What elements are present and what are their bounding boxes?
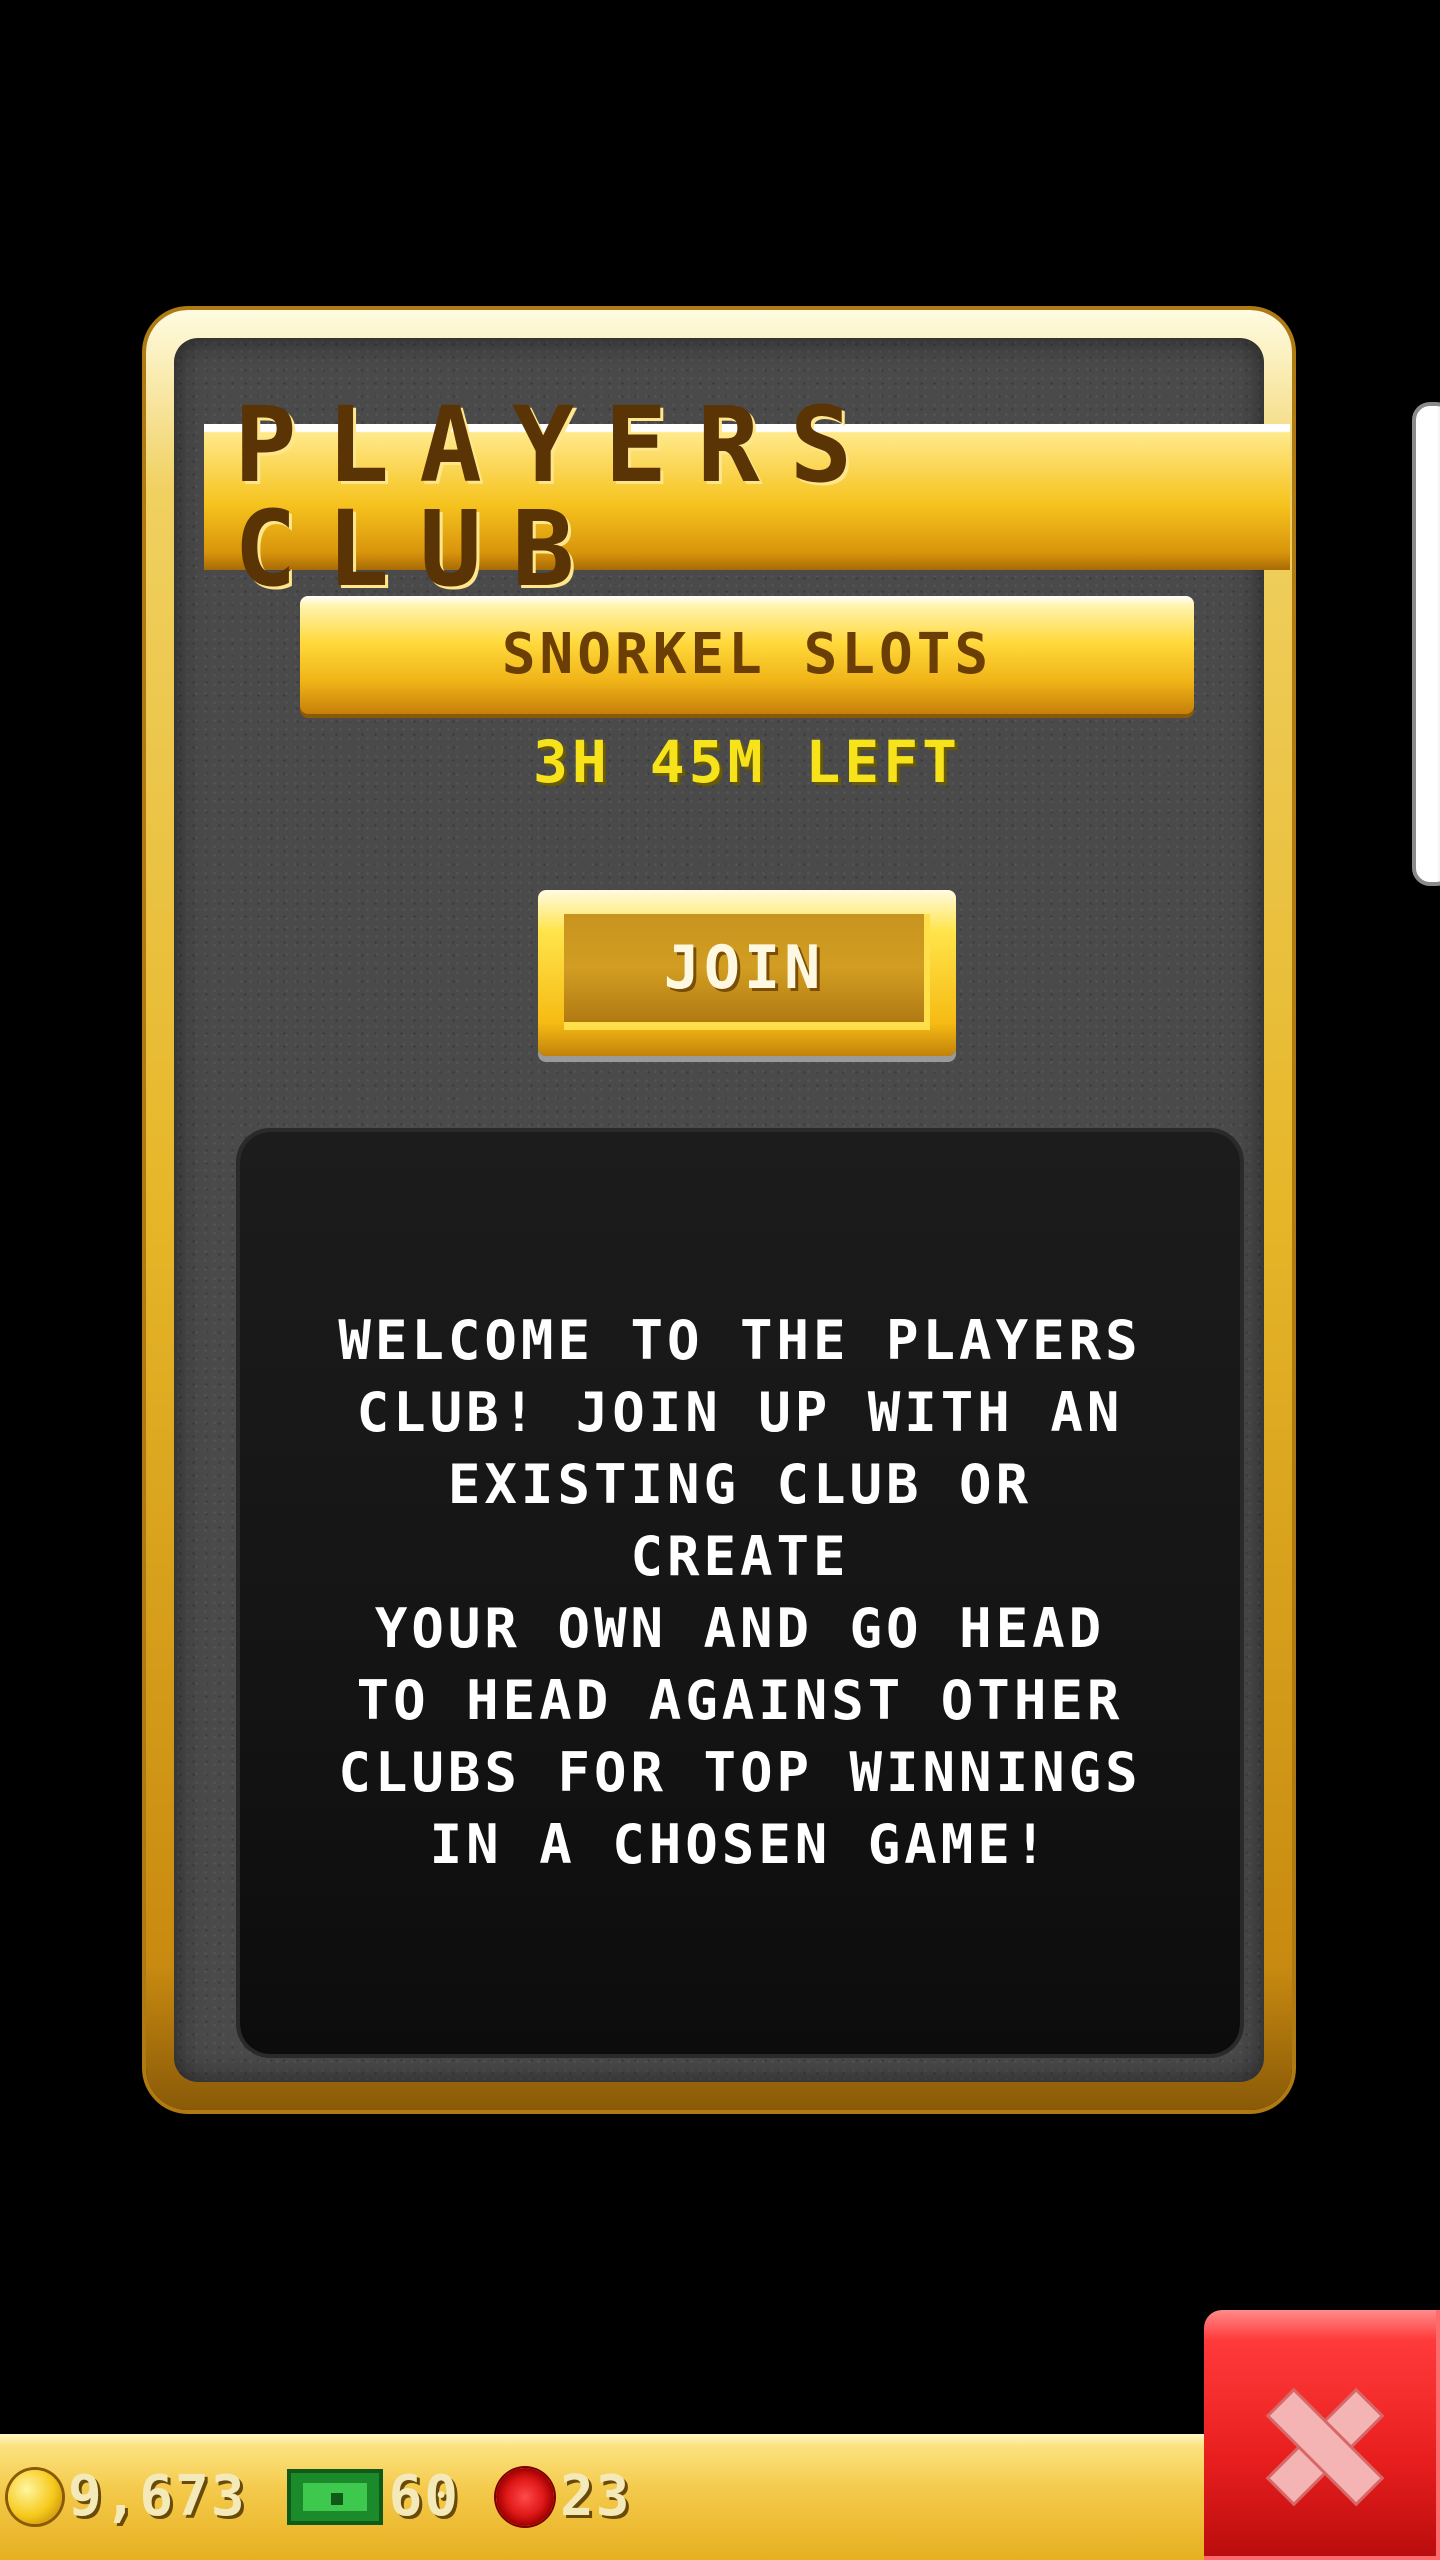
currency-status-bar: 9,673 60 23 bbox=[0, 2434, 1204, 2560]
cash-value: 60 bbox=[388, 2464, 461, 2529]
chips-display: 23 bbox=[486, 2468, 631, 2526]
join-button-face[interactable]: JOIN bbox=[564, 914, 930, 1030]
game-banner: SNORKEL SLOTS bbox=[300, 596, 1194, 714]
title-banner: PLAYERS CLUB bbox=[204, 393, 1290, 601]
chip-icon bbox=[496, 2468, 555, 2526]
side-scroll-handle[interactable] bbox=[1412, 402, 1440, 886]
coins-display: 9,673 bbox=[8, 2469, 247, 2525]
cash-icon bbox=[286, 2469, 383, 2525]
join-button[interactable]: JOIN bbox=[538, 890, 956, 1056]
coins-value: 9,673 bbox=[68, 2464, 247, 2529]
description-text: WELCOME TO THE PLAYERS CLUB! JOIN UP WIT… bbox=[338, 1309, 1142, 1876]
panel-background: PLAYERS CLUB SNORKEL SLOTS 3H 45M LEFT J… bbox=[174, 338, 1290, 2082]
close-button[interactable] bbox=[1204, 2310, 1440, 2560]
coin-icon bbox=[8, 2470, 62, 2524]
time-left-label: 3H 45M LEFT bbox=[532, 728, 962, 796]
page-title: PLAYERS CLUB bbox=[234, 384, 883, 610]
close-icon bbox=[1270, 2392, 1380, 2502]
players-club-panel: PLAYERS CLUB SNORKEL SLOTS 3H 45M LEFT J… bbox=[146, 310, 1292, 2110]
join-button-label: JOIN bbox=[663, 933, 825, 1003]
cash-display: 60 bbox=[273, 2469, 460, 2525]
game-name: SNORKEL SLOTS bbox=[501, 622, 993, 687]
description-box: WELCOME TO THE PLAYERS CLUB! JOIN UP WIT… bbox=[240, 1132, 1240, 2054]
chips-value: 23 bbox=[560, 2464, 632, 2529]
